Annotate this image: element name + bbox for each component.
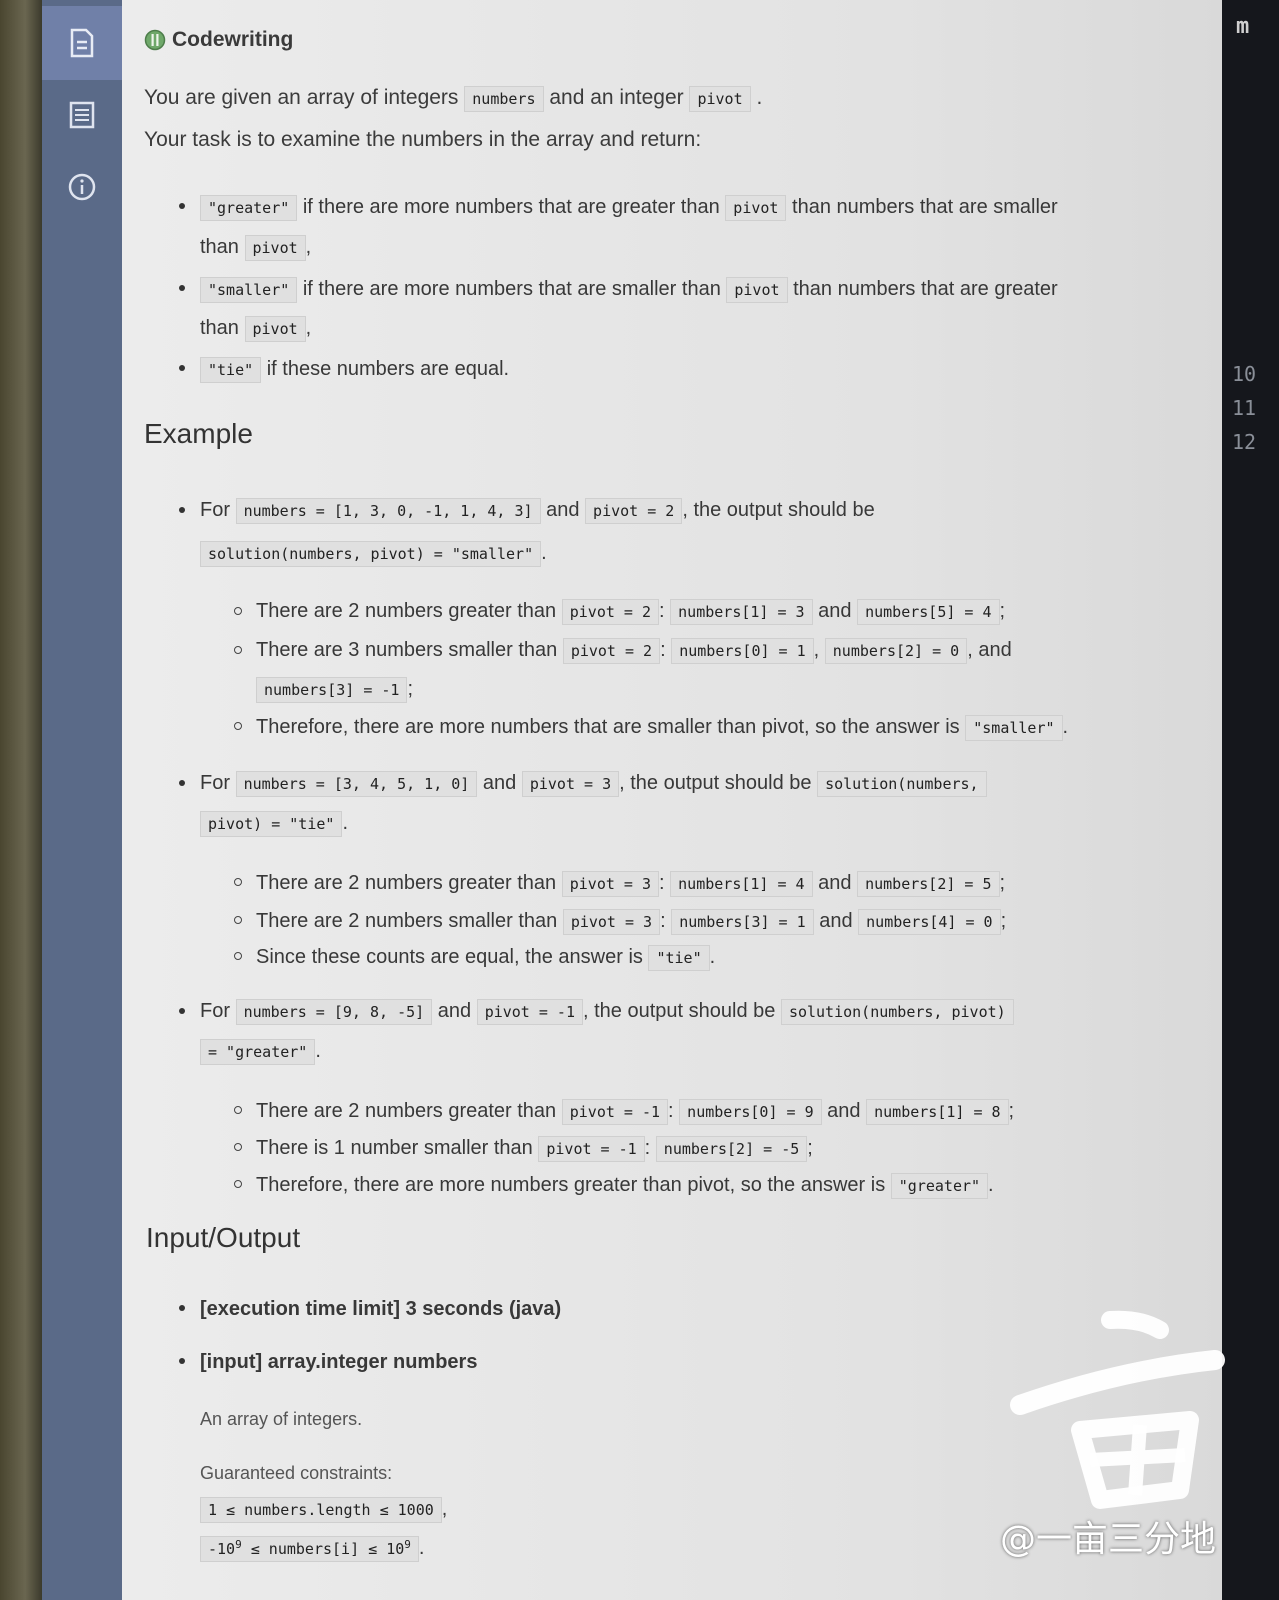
intro-line-1: You are given an array of integers numbe… [144, 86, 762, 112]
example-heading: Example [144, 418, 253, 449]
bullet [179, 203, 185, 209]
io-exec-limit: [execution time limit] 3 seconds (java) [200, 1298, 562, 1320]
ex2-detail-2: There are 2 numbers smaller than pivot =… [256, 906, 1006, 937]
code-numbers: numbers [464, 86, 544, 112]
return-greater: "greater" if there are more numbers that… [200, 192, 1058, 223]
line-number: 12 [1232, 430, 1257, 454]
io-input-numbers: [input] array.integer numbers [200, 1351, 478, 1373]
ex3-detail-2: There is 1 number smaller than pivot = -… [256, 1133, 813, 1164]
ex3-detail-1: There are 2 numbers greater than pivot =… [256, 1096, 1014, 1127]
list-tab[interactable] [42, 78, 122, 152]
sub-bullet [234, 607, 242, 615]
codewriting-icon [144, 29, 166, 51]
ex2-detail-1: There are 2 numbers greater than pivot =… [256, 868, 1005, 899]
example-2-line: For numbers = [3, 4, 5, 1, 0] and pivot … [200, 768, 987, 799]
page-title: Codewriting [172, 28, 294, 51]
example-1-line: For numbers = [1, 3, 0, -1, 1, 4, 3] and… [200, 495, 875, 526]
sub-bullet [234, 722, 242, 730]
info-tab[interactable] [42, 150, 122, 224]
ex1-detail-2-cont: numbers[3] = -1; [256, 674, 413, 705]
sub-bullet [234, 1180, 242, 1188]
description-icon [70, 28, 94, 58]
constraint-values: -109 ≤ numbers[i] ≤ 109. [200, 1530, 424, 1564]
example-1-result: solution(numbers, pivot) = "smaller". [200, 538, 547, 569]
sub-bullet [234, 1106, 242, 1114]
bullet [179, 1305, 185, 1311]
sub-bullet [234, 916, 242, 924]
info-icon [68, 173, 96, 201]
constraints-label: Guaranteed constraints: [200, 1463, 393, 1483]
io-heading: Input/Output [146, 1222, 301, 1253]
code-pivot: pivot [689, 86, 751, 112]
return-tie: "tie" if these numbers are equal. [200, 354, 509, 385]
ex3-detail-3: Therefore, there are more numbers greate… [256, 1170, 994, 1201]
task-header: Codewriting [144, 28, 293, 52]
bullet [179, 1358, 185, 1364]
bullet [179, 1008, 185, 1014]
ex1-detail-2: There are 3 numbers smaller than pivot =… [256, 635, 1012, 666]
io-input-desc: An array of integers. [200, 1409, 363, 1429]
sub-bullet [234, 646, 242, 654]
example-3-result: = "greater". [200, 1036, 321, 1067]
sub-bullet [234, 878, 242, 886]
return-smaller-cont: than pivot, [200, 313, 311, 344]
example-3-line: For numbers = [9, 8, -5] and pivot = -1,… [200, 996, 1014, 1027]
constraint-length: 1 ≤ numbers.length ≤ 1000, [200, 1494, 447, 1525]
line-number: 11 [1232, 396, 1257, 420]
bullet [179, 365, 185, 371]
intro-line-2: Your task is to examine the numbers in t… [144, 128, 702, 151]
line-number: 10 [1232, 362, 1257, 386]
return-smaller: "smaller" if there are more numbers that… [200, 274, 1058, 305]
bullet [179, 285, 185, 291]
sidebar [42, 0, 122, 1600]
bullet [179, 780, 185, 786]
watermark-text: @一亩三分地 [1000, 1519, 1217, 1560]
sub-bullet [234, 1143, 242, 1151]
example-2-result: pivot) = "tie". [200, 808, 348, 839]
editor-title-fragment: m [1236, 14, 1250, 39]
return-greater-cont: than pivot, [200, 232, 311, 263]
screen-bezel [0, 0, 42, 1600]
ex1-detail-3: Therefore, there are more numbers that a… [256, 712, 1068, 743]
bullet [179, 507, 185, 513]
sub-bullet [234, 952, 242, 960]
list-icon [69, 101, 95, 129]
ex1-detail-1: There are 2 numbers greater than pivot =… [256, 596, 1005, 627]
ex2-detail-3: Since these counts are equal, the answer… [256, 942, 715, 973]
description-tab[interactable] [42, 6, 122, 80]
